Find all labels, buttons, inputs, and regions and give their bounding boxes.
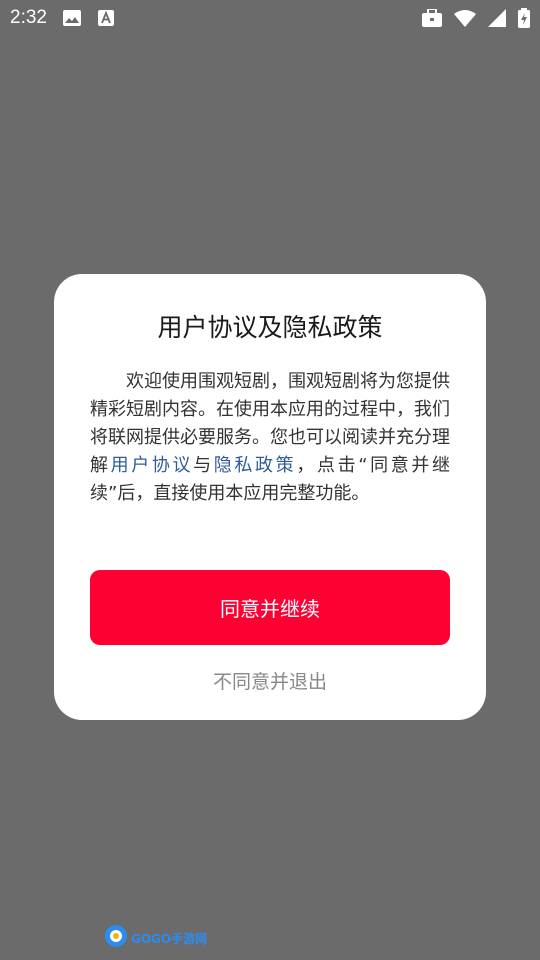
watermark-logo: GOGO手游网: [104, 924, 208, 952]
privacy-dialog: 用户协议及隐私政策 欢迎使用围观短剧，围观短剧将为您提供精彩短剧内容。在使用本应…: [54, 274, 486, 720]
privacy-policy-link[interactable]: 隐私政策: [214, 455, 297, 476]
wifi-icon: [454, 9, 476, 27]
status-bar: 2:32: [0, 0, 540, 36]
dialog-title: 用户协议及隐私政策: [157, 313, 383, 342]
image-icon: [62, 9, 81, 27]
dialog-body: 欢迎使用围观短剧，围观短剧将为您提供精彩短剧内容。在使用本应用的过程中，我们将联…: [90, 368, 450, 508]
watermark-text: GOGO手游网: [131, 931, 208, 946]
status-time: 2:32: [10, 7, 47, 28]
user-agreement-link[interactable]: 用户协议: [111, 455, 194, 476]
dialog-body-connector: 与: [193, 455, 214, 476]
gogo-logo-icon: [104, 924, 128, 952]
status-right-icons: [422, 8, 530, 28]
font-a-icon: [97, 9, 115, 27]
decline-button[interactable]: 不同意并退出: [90, 664, 450, 696]
signal-icon: [488, 9, 506, 27]
briefcase-icon: [422, 9, 442, 27]
battery-charging-icon: [518, 8, 530, 28]
agree-button[interactable]: 同意并继续: [90, 570, 450, 645]
